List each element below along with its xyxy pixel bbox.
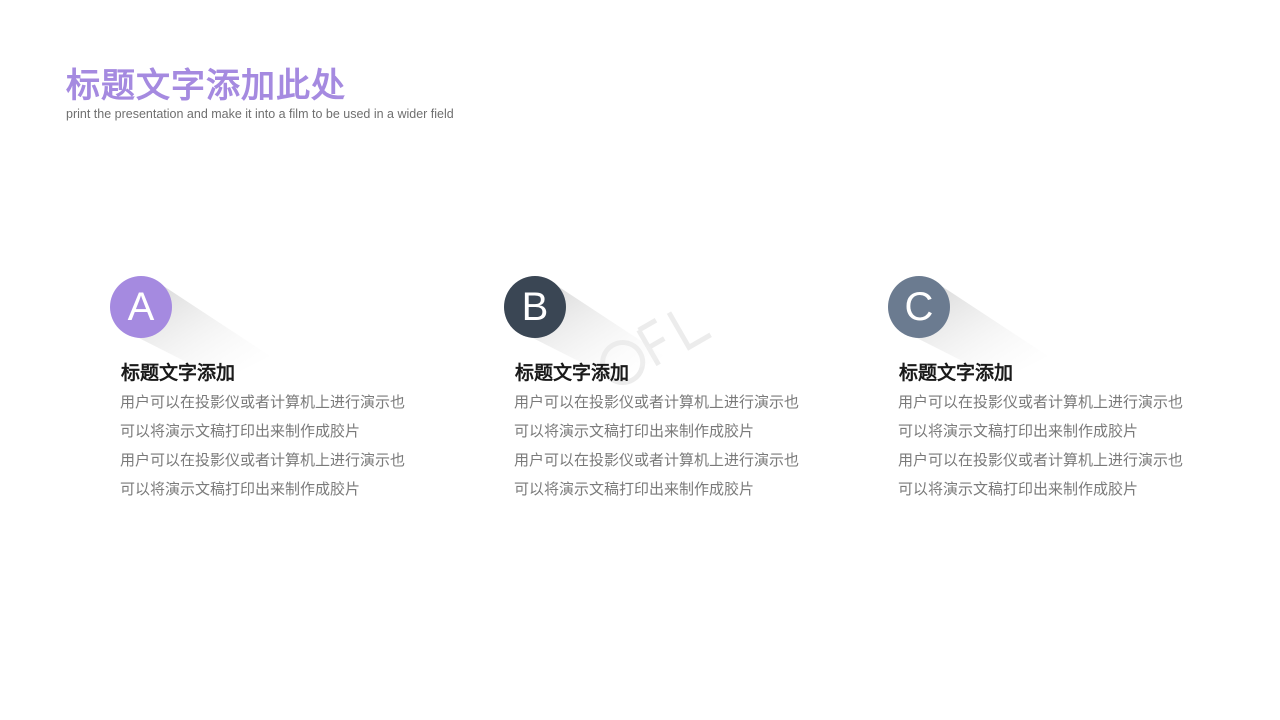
body-line: 可以将演示文稿打印出来制作成胶片	[898, 422, 1139, 440]
page-title: 标题文字添加此处	[66, 66, 346, 106]
body-line: 用户可以在投影仪或者计算机上进行演示也	[120, 393, 406, 411]
body-line: 可以将演示文稿打印出来制作成胶片	[120, 480, 361, 498]
body-line: 用户可以在投影仪或者计算机上进行演示也	[514, 451, 800, 469]
card-body: 用户可以在投影仪或者计算机上进行演示也 可以将演示文稿打印出来制作成胶片 用户可…	[898, 388, 1238, 504]
body-line: 可以将演示文稿打印出来制作成胶片	[514, 480, 755, 498]
letter-badge: B	[504, 276, 566, 338]
letter-badge: C	[888, 276, 950, 338]
body-line: 可以将演示文稿打印出来制作成胶片	[898, 480, 1139, 498]
body-line: 用户可以在投影仪或者计算机上进行演示也	[514, 393, 800, 411]
card-heading: 标题文字添加	[121, 362, 236, 384]
card-body: 用户可以在投影仪或者计算机上进行演示也 可以将演示文稿打印出来制作成胶片 用户可…	[120, 388, 460, 504]
feature-card-c: C 标题文字添加 用户可以在投影仪或者计算机上进行演示也 可以将演示文稿打印出来…	[888, 276, 1228, 516]
card-heading: 标题文字添加	[515, 362, 630, 384]
slide: 标题文字添加此处 print the presentation and make…	[0, 0, 1280, 720]
body-line: 可以将演示文稿打印出来制作成胶片	[120, 422, 361, 440]
body-line: 用户可以在投影仪或者计算机上进行演示也	[898, 393, 1184, 411]
feature-card-a: A 标题文字添加 用户可以在投影仪或者计算机上进行演示也 可以将演示文稿打印出来…	[110, 276, 450, 516]
page-subtitle: print the presentation and make it into …	[66, 107, 454, 121]
card-heading: 标题文字添加	[899, 362, 1014, 384]
body-line: 用户可以在投影仪或者计算机上进行演示也	[120, 451, 406, 469]
letter-badge: A	[110, 276, 172, 338]
card-body: 用户可以在投影仪或者计算机上进行演示也 可以将演示文稿打印出来制作成胶片 用户可…	[514, 388, 854, 504]
feature-card-b: B 标题文字添加 用户可以在投影仪或者计算机上进行演示也 可以将演示文稿打印出来…	[504, 276, 844, 516]
body-line: 可以将演示文稿打印出来制作成胶片	[514, 422, 755, 440]
body-line: 用户可以在投影仪或者计算机上进行演示也	[898, 451, 1184, 469]
